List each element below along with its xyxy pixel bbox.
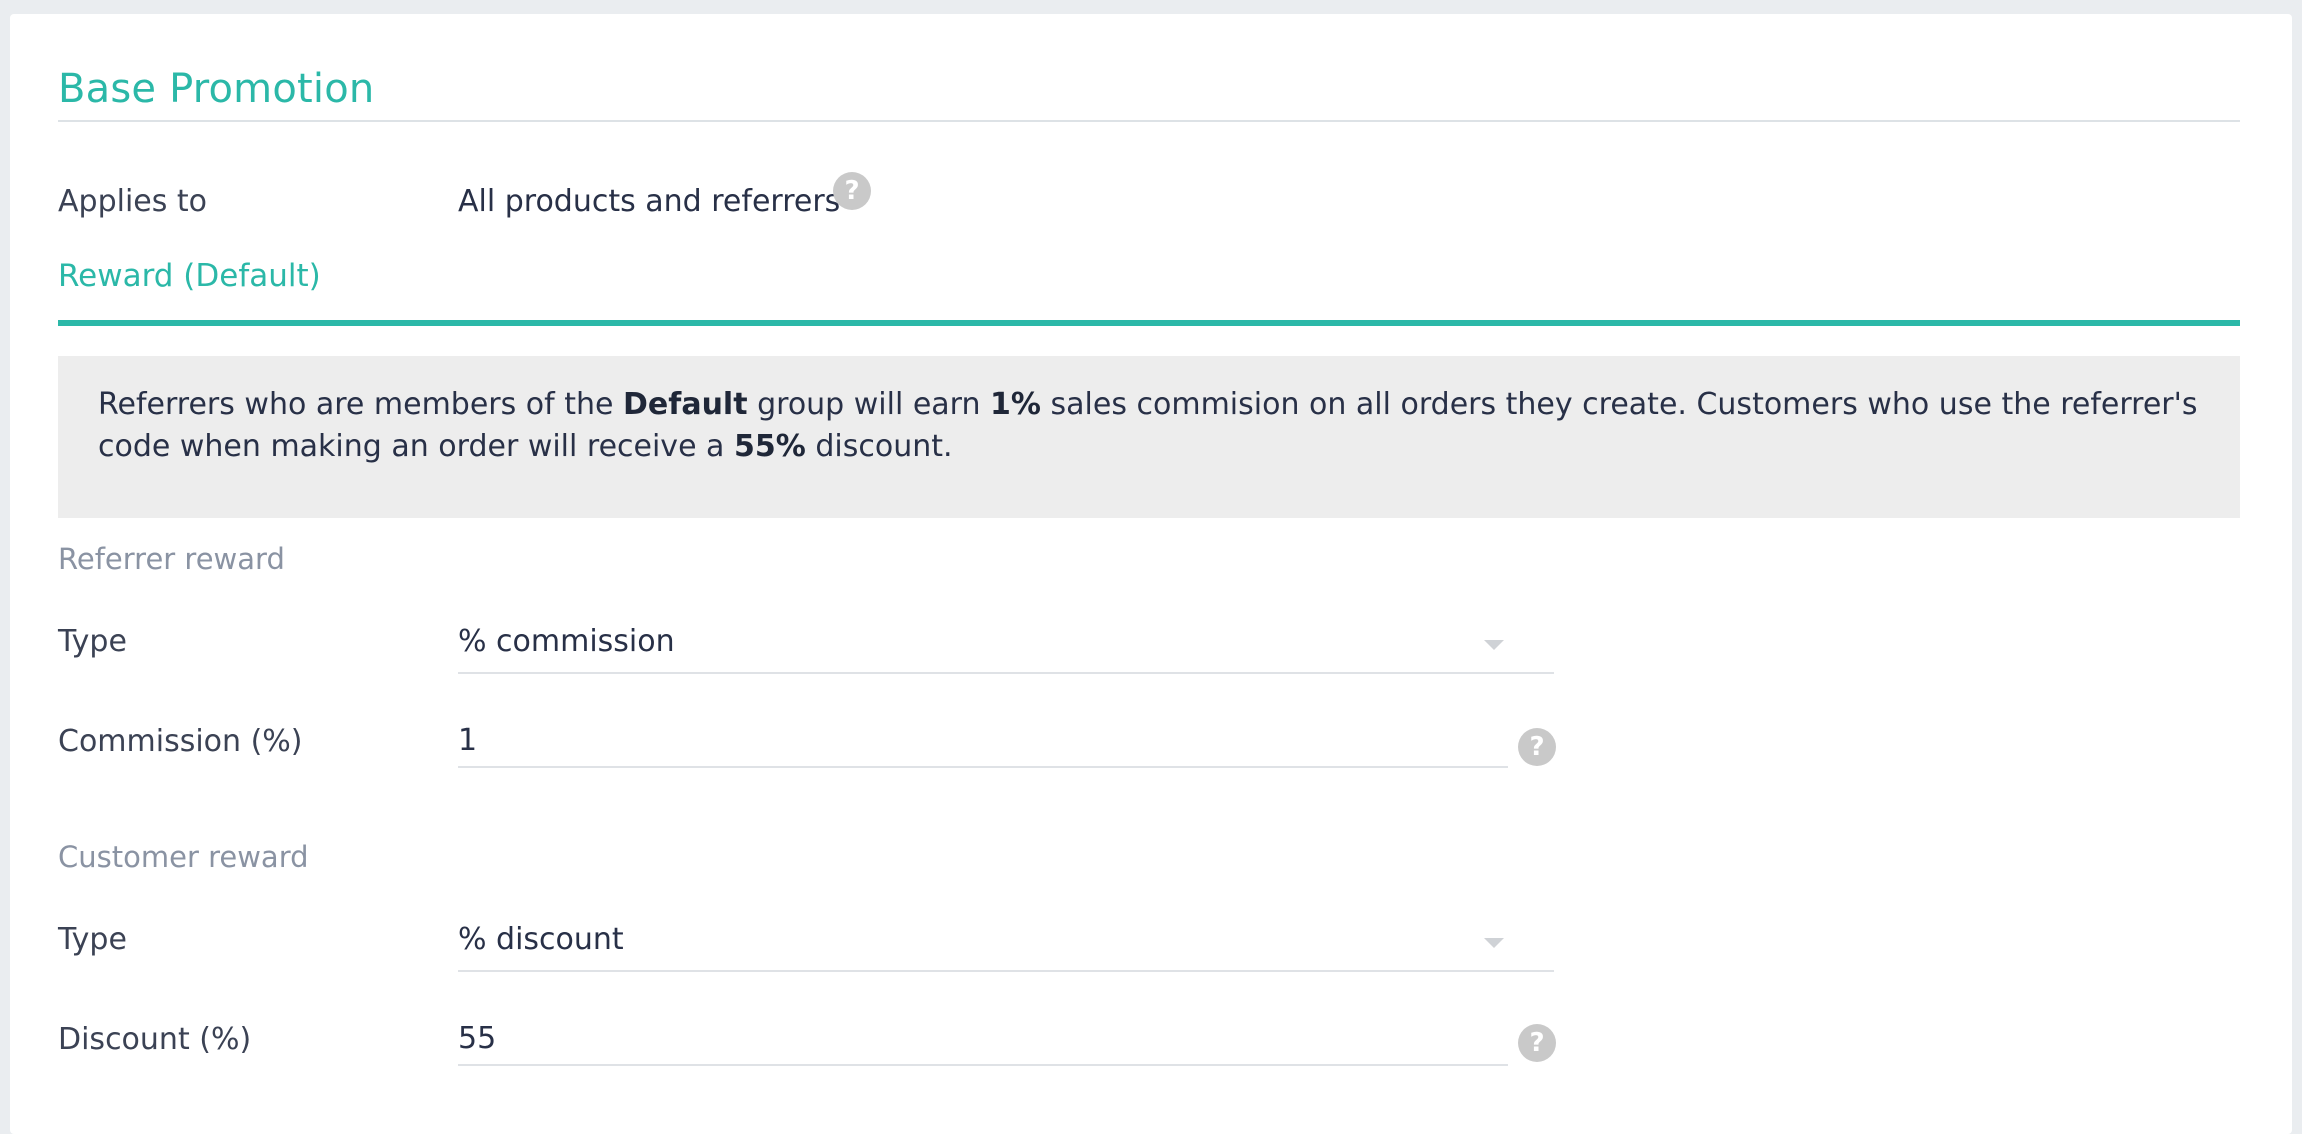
referrer-reward-heading: Referrer reward [58,542,285,576]
referrer-type-value: % commission [458,624,675,659]
commission-help-icon[interactable]: ? [1518,728,1556,766]
section-divider [58,120,2240,122]
commission-field[interactable] [458,714,1508,768]
discount-input[interactable] [458,1018,1498,1058]
customer-type-select[interactable]: % discount [458,910,1554,972]
chevron-down-icon [1484,640,1504,650]
summary-discount: 55% [733,429,806,464]
discount-label: Discount (%) [58,1022,252,1057]
commission-input[interactable] [458,720,1498,760]
select-underline [458,970,1554,972]
customer-type-label: Type [58,922,127,957]
applies-to-help-icon[interactable]: ? [833,172,871,210]
customer-reward-heading: Customer reward [58,840,309,874]
input-underline [458,766,1508,768]
referrer-type-label: Type [58,624,127,659]
discount-field[interactable] [458,1012,1508,1066]
referrer-type-select[interactable]: % commission [458,612,1554,674]
section-title: Base Promotion [58,66,375,112]
input-underline [458,1064,1508,1066]
reward-summary-box: Referrers who are members of the Default… [58,356,2240,518]
summary-text-2: group will earn [747,387,991,422]
summary-text-1: Referrers who are members of the [98,387,624,422]
summary-commission: 1% [990,387,1041,422]
summary-text-4: discount. [805,429,953,464]
commission-label: Commission (%) [58,724,303,759]
discount-help-icon[interactable]: ? [1518,1024,1556,1062]
promotion-card: Base Promotion Applies to All products a… [10,14,2292,1134]
tab-reward-default[interactable]: Reward (Default) [58,258,321,294]
tab-active-indicator [58,320,2240,326]
chevron-down-icon [1484,938,1504,948]
summary-group-name: Default [623,387,748,422]
select-underline [458,672,1554,674]
applies-to-label: Applies to [58,184,208,219]
customer-type-value: % discount [458,922,624,957]
applies-to-value: All products and referrers [458,184,841,219]
